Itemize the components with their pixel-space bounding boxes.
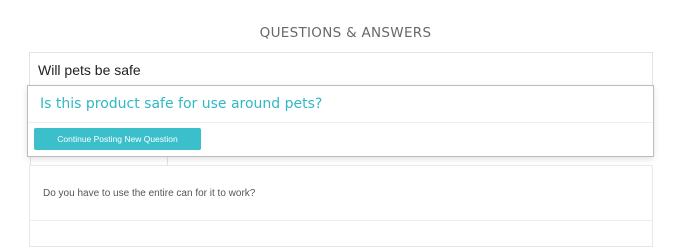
section-title: QUESTIONS & ANSWERS (259, 25, 432, 41)
question-search-box[interactable] (29, 52, 653, 87)
divider (30, 220, 652, 221)
question-search-input[interactable] (38, 60, 638, 80)
question-text: Do you have to use the entire can for it… (43, 188, 256, 199)
suggestion-dropdown: Is this product safe for use around pets… (27, 85, 654, 157)
question-card[interactable]: Do you have to use the entire can for it… (29, 165, 653, 247)
suggestion-item[interactable]: Is this product safe for use around pets… (40, 96, 322, 112)
divider (28, 122, 653, 123)
continue-posting-button[interactable]: Continue Posting New Question (34, 128, 201, 150)
